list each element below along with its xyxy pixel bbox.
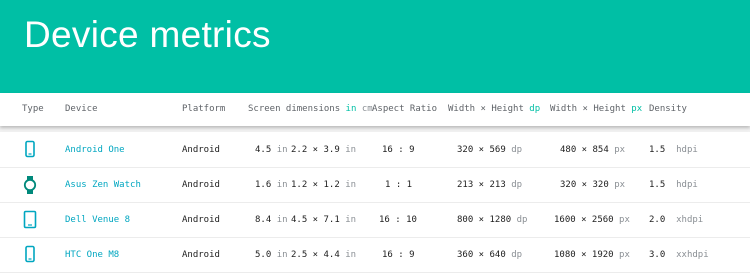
column-device[interactable]: Device xyxy=(65,104,98,114)
size-dp: 360 × 640 dp xyxy=(457,250,523,260)
screen-unit-in-toggle[interactable]: in xyxy=(346,104,357,114)
column-width-height-dp[interactable]: Width × Height dp xyxy=(448,104,540,114)
platform: Android xyxy=(182,145,220,155)
dimensions: 2.2 × 3.9 in xyxy=(291,145,357,155)
size-px: 480 × 854 px xyxy=(560,145,626,155)
tablet-icon xyxy=(22,210,38,230)
density: 1.5 hdpi xyxy=(649,180,698,190)
column-width-height-px[interactable]: Width × Height px xyxy=(550,104,642,114)
phone-icon xyxy=(22,140,38,160)
platform: Android xyxy=(182,215,220,225)
table-header: Type Device Platform Screen dimensions i… xyxy=(0,93,750,126)
table-row[interactable]: HTC One M8 Android 5.0 in 2.5 × 4.4 in 1… xyxy=(0,237,750,273)
table-row[interactable]: Asus Zen Watch Android 1.6 in 1.2 × 1.2 … xyxy=(0,167,750,203)
column-density[interactable]: Density xyxy=(649,104,687,114)
wh-px-label: Width × Height xyxy=(550,104,626,114)
page-title: Device metrics xyxy=(24,14,271,55)
screen-dimensions-label: Screen dimensions xyxy=(248,104,341,114)
wh-dp-unit: dp xyxy=(529,104,541,114)
density: 3.0 xxhdpi xyxy=(649,250,709,260)
watch-icon xyxy=(22,175,38,195)
table-row[interactable]: Android One Android 4.5 in 2.2 × 3.9 in … xyxy=(0,132,750,168)
size-dp: 320 × 569 dp xyxy=(457,145,523,155)
column-aspect-ratio[interactable]: Aspect Ratio xyxy=(372,104,437,114)
aspect-ratio: 16 : 10 xyxy=(379,215,417,225)
dimensions: 4.5 × 7.1 in xyxy=(291,215,357,225)
size-px: 1600 × 2560 px xyxy=(554,215,630,225)
device-name[interactable]: HTC One M8 xyxy=(65,250,119,260)
size-dp: 800 × 1280 dp xyxy=(457,215,528,225)
page-header: Device metrics xyxy=(0,0,750,93)
platform: Android xyxy=(182,250,220,260)
dimensions: 1.2 × 1.2 in xyxy=(291,180,357,190)
dimensions: 2.5 × 4.4 in xyxy=(291,250,357,260)
density: 2.0 xhdpi xyxy=(649,215,704,225)
table-row[interactable]: Dell Venue 8 Android 8.4 in 4.5 × 7.1 in… xyxy=(0,202,750,238)
wh-px-unit: px xyxy=(631,104,643,114)
diagonal: 1.6 in xyxy=(255,180,288,190)
column-type[interactable]: Type xyxy=(22,104,44,114)
density: 1.5 hdpi xyxy=(649,145,698,155)
device-name[interactable]: Asus Zen Watch xyxy=(65,180,141,190)
size-dp: 213 × 213 dp xyxy=(457,180,523,190)
device-name[interactable]: Android One xyxy=(65,145,125,155)
size-px: 320 × 320 px xyxy=(560,180,626,190)
aspect-ratio: 16 : 9 xyxy=(382,250,415,260)
wh-dp-label: Width × Height xyxy=(448,104,524,114)
aspect-ratio: 1 : 1 xyxy=(385,180,413,190)
diagonal: 8.4 in xyxy=(255,215,288,225)
size-px: 1080 × 1920 px xyxy=(554,250,630,260)
diagonal: 5.0 in xyxy=(255,250,288,260)
platform: Android xyxy=(182,180,220,190)
phone-icon xyxy=(22,245,38,265)
column-platform[interactable]: Platform xyxy=(182,104,225,114)
diagonal: 4.5 in xyxy=(255,145,288,155)
column-screen-dimensions[interactable]: Screen dimensions in cm xyxy=(248,104,373,114)
aspect-ratio: 16 : 9 xyxy=(382,145,415,155)
device-name[interactable]: Dell Venue 8 xyxy=(65,215,130,225)
